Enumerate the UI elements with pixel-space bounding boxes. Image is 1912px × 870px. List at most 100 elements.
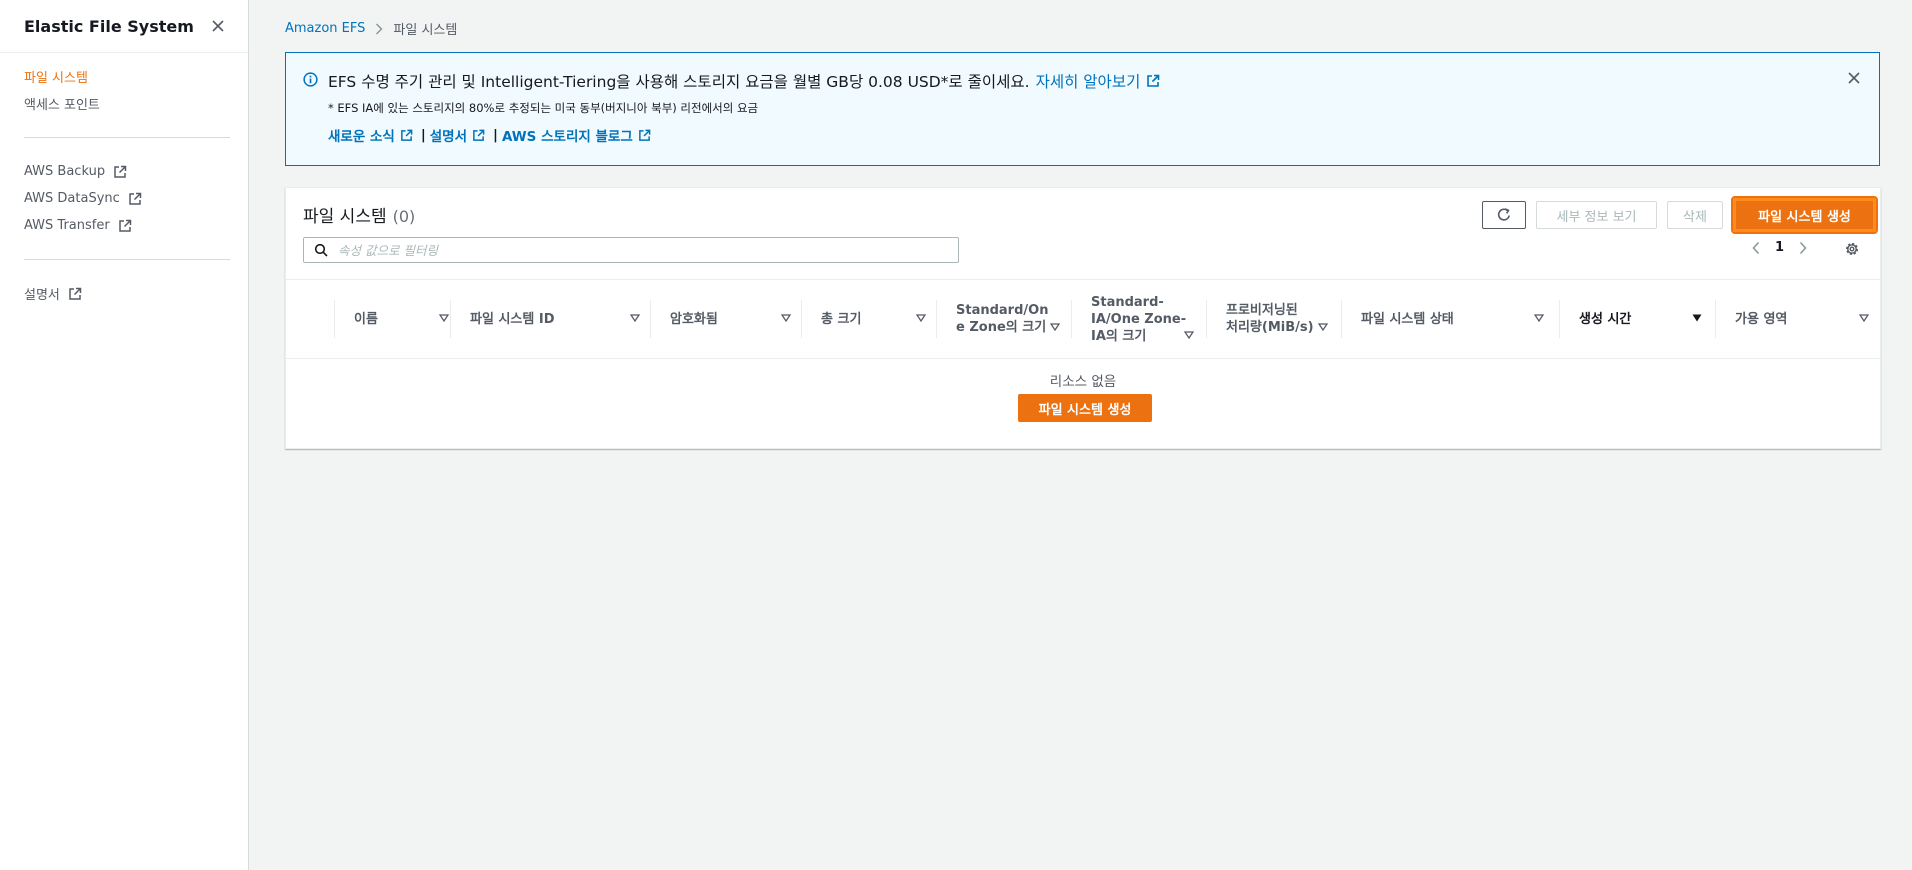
- sidebar-title: Elastic File System: [24, 16, 194, 36]
- next-page-icon[interactable]: [1798, 241, 1808, 255]
- table-header: 이름 파일 시스템 ID 암호화됨 총 크기 Standard/On e Zone…: [286, 279, 1880, 359]
- settings-gear-icon[interactable]: [1844, 241, 1860, 257]
- sort-icon: [1859, 314, 1869, 322]
- sidebar-item-aws-transfer[interactable]: AWS Transfer: [0, 212, 248, 239]
- file-systems-table: 파일 시스템(0) 세부 정보 보기 삭제 파일 시스템 생성 1 이름 파일: [285, 187, 1881, 449]
- column-label-line: IA의 크기: [1091, 328, 1147, 344]
- banner-message: EFS 수명 주기 관리 및 Intelligent-Tiering을 사용해 …: [328, 73, 1030, 91]
- view-details-button[interactable]: 세부 정보 보기: [1536, 201, 1657, 229]
- table-title: 파일 시스템 (0): [303, 202, 415, 227]
- column-header-creation-time[interactable]: 생성 시간: [1579, 280, 1704, 358]
- external-link-icon: [113, 165, 127, 179]
- column-label-line: 처리량(MiB/s): [1226, 320, 1314, 335]
- refresh-button[interactable]: [1482, 201, 1526, 229]
- column-label: 파일 시스템 ID: [470, 311, 555, 327]
- sort-icon: [1184, 331, 1194, 339]
- previous-page-icon[interactable]: [1751, 241, 1761, 255]
- page-number[interactable]: 1: [1775, 240, 1784, 255]
- external-link-icon: [638, 129, 651, 142]
- empty-state-message: 리소스 없음: [1049, 374, 1117, 390]
- external-link-icon: [1146, 74, 1160, 88]
- column-divider: [1071, 300, 1072, 338]
- sort-icon: [630, 314, 640, 322]
- column-divider: [936, 300, 937, 338]
- sort-icon: [1318, 323, 1328, 331]
- breadcrumb-current: 파일 시스템: [393, 23, 458, 38]
- table-title-text: 파일 시스템: [303, 207, 387, 227]
- sidebar-item-documentation[interactable]: 설명서: [0, 280, 248, 307]
- column-label: 파일 시스템 상태: [1361, 311, 1454, 327]
- sidebar-item-label: AWS Transfer: [24, 218, 110, 233]
- column-label: Standard/On e Zone의 크기: [956, 302, 1048, 336]
- create-file-system-empty-button[interactable]: 파일 시스템 생성: [1018, 394, 1152, 422]
- main-content: Amazon EFS 파일 시스템 EFS 수명 주기 관리 및 Intelli…: [249, 0, 1912, 870]
- column-label: Standard- IA/One Zone- IA의 크기: [1091, 294, 1186, 345]
- dismiss-banner-icon[interactable]: [1847, 71, 1861, 85]
- search-icon: [314, 243, 328, 257]
- banner-footnote: * EFS IA에 있는 스토리지의 80%로 추정되는 미국 동부(버지니아 …: [328, 101, 759, 115]
- column-label: 암호화됨: [670, 311, 718, 327]
- external-link-icon: [68, 287, 82, 301]
- delete-button[interactable]: 삭제: [1667, 201, 1723, 229]
- external-link-icon: [118, 219, 132, 233]
- sidebar-item-aws-backup[interactable]: AWS Backup: [0, 158, 248, 185]
- sort-icon: [781, 314, 791, 322]
- column-label-line: Standard/On: [956, 303, 1049, 318]
- column-label: 가용 영역: [1735, 311, 1788, 327]
- storage-blog-link[interactable]: AWS 스토리지 블로그: [502, 125, 633, 145]
- search-input[interactable]: [336, 241, 940, 259]
- sidebar-item-label: 액세스 포인트: [24, 98, 100, 113]
- column-divider: [450, 300, 451, 338]
- column-divider: [1341, 300, 1342, 338]
- side-navigation: Elastic File System 파일 시스템 액세스 포인트 AWS B…: [0, 0, 249, 870]
- table-count: (0): [392, 207, 416, 226]
- column-header-name[interactable]: 이름: [354, 280, 459, 358]
- sort-icon: [916, 314, 926, 322]
- breadcrumb: Amazon EFS 파일 시스템: [285, 19, 457, 38]
- sort-icon: [439, 314, 449, 322]
- link-separator: |: [493, 127, 498, 143]
- column-label-line: e Zone의 크기: [956, 320, 1047, 335]
- search-field[interactable]: [303, 237, 959, 263]
- sidebar-item-file-systems[interactable]: 파일 시스템: [0, 63, 248, 90]
- column-header-availability-zone[interactable]: 가용 영역: [1735, 280, 1869, 358]
- column-header-total-size[interactable]: 총 크기: [821, 280, 941, 358]
- column-divider: [1715, 300, 1716, 338]
- external-link-icon: [472, 129, 485, 142]
- sidebar-header: Elastic File System: [0, 0, 248, 53]
- sidebar-item-access-points[interactable]: 액세스 포인트: [0, 90, 248, 117]
- sidebar-item-label: 설명서: [24, 288, 60, 303]
- column-header-file-system-state[interactable]: 파일 시스템 상태: [1361, 280, 1556, 358]
- sidebar-item-aws-datasync[interactable]: AWS DataSync: [0, 185, 248, 212]
- column-divider: [650, 300, 651, 338]
- column-header-file-system-id[interactable]: 파일 시스템 ID: [470, 280, 650, 358]
- column-header-provisioned-throughput[interactable]: 프로비저닝된처리량(MiB/s): [1226, 280, 1341, 358]
- column-header-standard-size[interactable]: Standard/On e Zone의 크기: [956, 280, 1071, 358]
- column-label-line: Standard-: [1091, 294, 1164, 310]
- documentation-link[interactable]: 설명서: [430, 125, 467, 145]
- column-label: 총 크기: [821, 311, 862, 327]
- refresh-icon: [1496, 207, 1512, 223]
- column-header-ia-size[interactable]: Standard- IA/One Zone- IA의 크기: [1091, 280, 1206, 358]
- column-header-encrypted[interactable]: 암호화됨: [670, 280, 810, 358]
- close-sidebar-icon[interactable]: [208, 16, 228, 36]
- external-link-icon: [400, 129, 413, 142]
- breadcrumb-amazon-efs[interactable]: Amazon EFS: [285, 21, 365, 36]
- info-icon: [303, 72, 318, 87]
- column-divider: [1559, 300, 1560, 338]
- learn-more-link[interactable]: 자세히 알아보기: [1036, 70, 1141, 92]
- link-separator: |: [420, 127, 426, 143]
- column-label-line: IA/One Zone-: [1091, 311, 1187, 327]
- whats-new-link[interactable]: 새로운 소식: [328, 125, 395, 145]
- sort-descending-icon: [1692, 314, 1702, 322]
- sort-icon: [1534, 314, 1544, 322]
- column-label-line: 프로비저닝된: [1226, 303, 1298, 318]
- sort-icon: [1050, 323, 1060, 331]
- sidebar-item-label: 파일 시스템: [24, 71, 88, 86]
- column-label: 프로비저닝된처리량(MiB/s): [1226, 302, 1314, 336]
- sidebar-divider: [24, 137, 230, 138]
- column-divider: [801, 300, 802, 338]
- info-banner: EFS 수명 주기 관리 및 Intelligent-Tiering을 사용해 …: [285, 52, 1880, 166]
- external-link-icon: [128, 192, 142, 206]
- create-file-system-button[interactable]: 파일 시스템 생성: [1731, 196, 1878, 234]
